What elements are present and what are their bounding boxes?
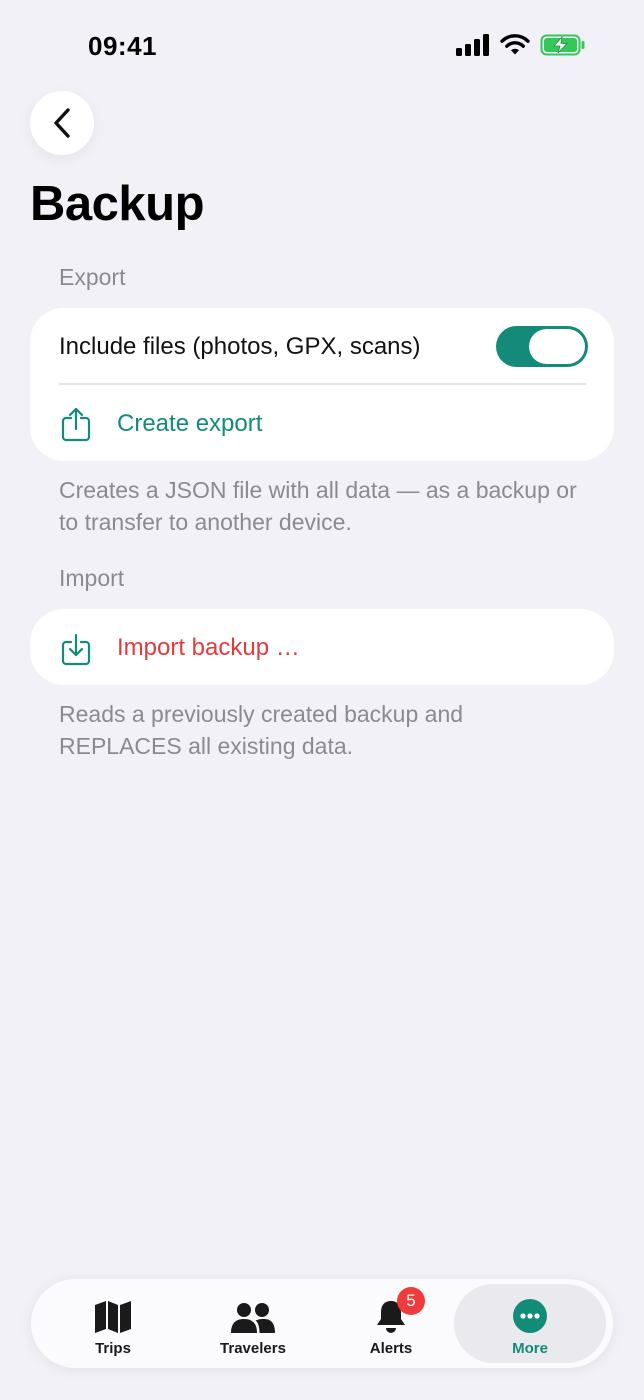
create-export-label: Create export (117, 410, 263, 437)
tab-alerts-label: Alerts (369, 1340, 413, 1357)
tab-trips[interactable]: Trips (43, 1284, 183, 1363)
tab-more-label: More (512, 1340, 548, 1357)
export-footnote: Creates a JSON file with all data — as a… (59, 477, 577, 535)
backup-screen: 09:41 Backup Export Include files (photo… (0, 0, 644, 1400)
wifi-icon (500, 34, 530, 55)
import-backup-label: Import backup … (117, 634, 300, 661)
import-footnote: Reads a previously created backup and RE… (59, 701, 464, 759)
tab-alerts[interactable]: 5 Alerts (321, 1284, 461, 1363)
battery-charging-icon (540, 34, 585, 56)
include-files-label: Include files (photos, GPX, scans) (59, 333, 421, 360)
map-icon (94, 1290, 132, 1334)
toggle-knob (529, 329, 585, 364)
chevron-left-icon (54, 108, 70, 138)
status-icons (456, 34, 586, 56)
tab-travelers[interactable]: Travelers (183, 1284, 323, 1363)
import-card: Import backup … (30, 609, 614, 685)
cellular-signal-icon (456, 34, 489, 56)
tab-more[interactable]: More (454, 1284, 606, 1363)
export-card: Include files (photos, GPX, scans) Creat… (30, 308, 614, 461)
import-backup-button[interactable]: Import backup … (59, 628, 586, 668)
import-section-label: Import (59, 565, 125, 591)
include-files-toggle[interactable] (496, 326, 588, 367)
page-title: Backup (30, 177, 205, 231)
share-export-icon (59, 407, 93, 442)
status-time: 09:41 (88, 31, 157, 61)
back-button[interactable] (30, 91, 94, 155)
divider (59, 383, 586, 385)
tab-travelers-label: Travelers (220, 1340, 286, 1357)
alerts-badge: 5 (397, 1287, 425, 1315)
create-export-button[interactable]: Create export (59, 404, 586, 444)
more-icon (512, 1290, 548, 1334)
tab-bar: Trips Travelers 5 Alerts More (31, 1279, 613, 1368)
people-icon (230, 1290, 276, 1334)
export-section-label: Export (59, 264, 126, 290)
tab-trips-label: Trips (95, 1340, 131, 1357)
import-download-icon (59, 631, 93, 666)
